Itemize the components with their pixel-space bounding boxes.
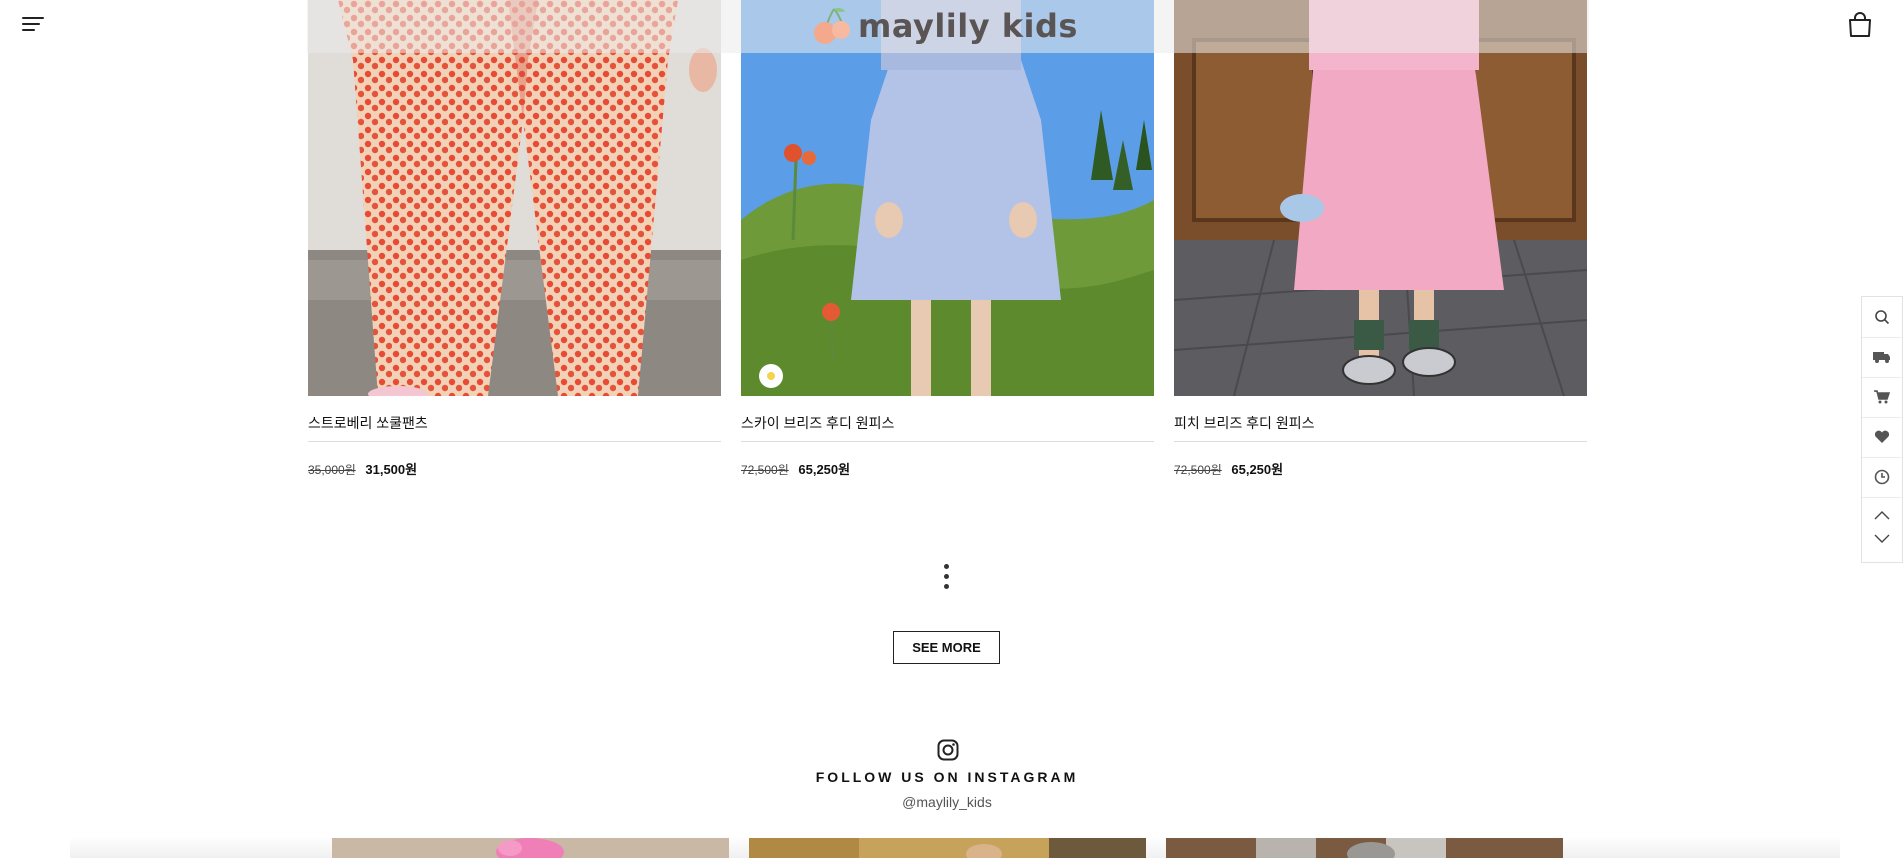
delivery-truck-icon[interactable] — [1862, 337, 1902, 378]
search-icon[interactable] — [1862, 297, 1902, 338]
product-divider — [308, 441, 721, 442]
instagram-post-thumbnail[interactable] — [1166, 838, 1563, 858]
product-name[interactable]: 스트로베리 쏘쿨팬츠 — [308, 413, 428, 433]
product-card[interactable]: 스카이 브리즈 후디 원피스 72,500원 65,250원 — [741, 0, 1154, 477]
product-old-price: 72,500원 — [1174, 463, 1222, 477]
product-card[interactable]: 피치 브리즈 후디 원피스 72,500원 65,250원 — [1174, 0, 1587, 477]
product-card[interactable]: 스트로베리 쏘쿨팬츠 35,000원 31,500원 — [308, 0, 721, 477]
recent-clock-icon[interactable] — [1862, 457, 1902, 498]
product-prices: 35,000원 31,500원 — [308, 459, 417, 478]
product-image[interactable] — [308, 0, 721, 396]
scroll-down-icon[interactable] — [1872, 529, 1892, 549]
product-image[interactable] — [1174, 0, 1587, 396]
scroll-controls — [1862, 497, 1902, 563]
cart-icon[interactable] — [1862, 377, 1902, 418]
product-divider — [1174, 441, 1587, 442]
hamburger-menu-icon[interactable] — [22, 14, 46, 34]
shopping-bag-icon[interactable] — [1848, 12, 1872, 38]
product-name[interactable]: 스카이 브리즈 후디 원피스 — [741, 413, 894, 433]
heart-icon[interactable] — [1862, 417, 1902, 458]
product-divider — [741, 441, 1154, 442]
product-price: 31,500원 — [365, 462, 418, 477]
instagram-post-thumbnail[interactable] — [749, 838, 1146, 858]
logo-text: maylily kids — [858, 7, 1078, 45]
scroll-up-icon[interactable] — [1872, 505, 1892, 525]
product-old-price: 72,500원 — [741, 463, 789, 477]
product-price: 65,250원 — [798, 462, 851, 477]
product-old-price: 35,000원 — [308, 463, 356, 477]
instagram-icon[interactable] — [937, 739, 959, 761]
product-prices: 72,500원 65,250원 — [1174, 459, 1283, 478]
cherry-logo-icon — [812, 5, 854, 47]
product-image[interactable] — [741, 0, 1154, 396]
instagram-handle[interactable]: @maylily_kids — [0, 794, 1894, 810]
see-more-button[interactable]: SEE MORE — [893, 631, 1000, 664]
more-dots-icon — [942, 564, 952, 596]
site-logo[interactable]: maylily kids — [812, 4, 1078, 48]
instagram-title: FOLLOW US ON INSTAGRAM — [815, 769, 1079, 785]
site-header: maylily kids — [0, 0, 1904, 54]
product-price: 65,250원 — [1231, 462, 1284, 477]
instagram-post-thumbnail[interactable] — [332, 838, 729, 858]
product-prices: 72,500원 65,250원 — [741, 459, 850, 478]
quick-menu-bar — [1861, 296, 1903, 563]
product-name[interactable]: 피치 브리즈 후디 원피스 — [1174, 413, 1314, 433]
